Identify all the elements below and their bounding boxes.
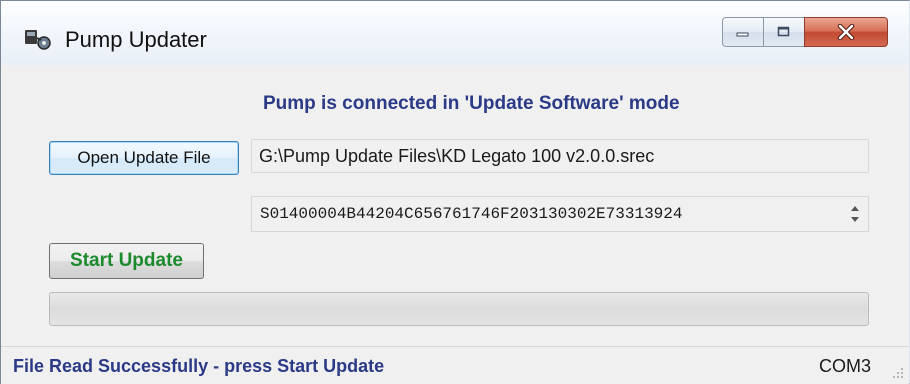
close-icon (837, 24, 855, 40)
maximize-icon (777, 26, 790, 37)
status-message: File Read Successfully - press Start Upd… (13, 356, 385, 376)
minimize-icon (736, 32, 749, 37)
title-bar[interactable]: Pump Updater (1, 1, 909, 66)
pump-updater-window: Pump Updater Pump is connected in 'Updat… (0, 0, 910, 384)
update-progress-bar (49, 292, 869, 326)
maximize-button[interactable] (763, 17, 805, 47)
window-title: Pump Updater (65, 27, 207, 52)
start-update-button[interactable]: Start Update (49, 243, 204, 279)
file-path-field[interactable]: G:\Pump Update Files\KD Legato 100 v2.0.… (251, 139, 869, 173)
status-bar: File Read Successfully - press Start Upd… (1, 346, 909, 384)
close-button[interactable] (804, 17, 888, 47)
connection-status-message: Pump is connected in 'Update Software' m… (263, 93, 680, 114)
com-port-label: COM3 (819, 356, 872, 376)
srec-line-field[interactable]: S01400004B44204C656761746F203130302E7331… (251, 196, 869, 232)
resize-grip-icon[interactable] (891, 366, 905, 380)
open-update-file-button[interactable]: Open Update File (49, 141, 239, 175)
spin-arrows-icon[interactable] (848, 203, 862, 225)
srec-line-text: S01400004B44204C656761746F203130302E7331… (260, 205, 683, 223)
minimize-button[interactable] (722, 17, 764, 47)
pump-updater-app-icon[interactable] (23, 28, 53, 52)
